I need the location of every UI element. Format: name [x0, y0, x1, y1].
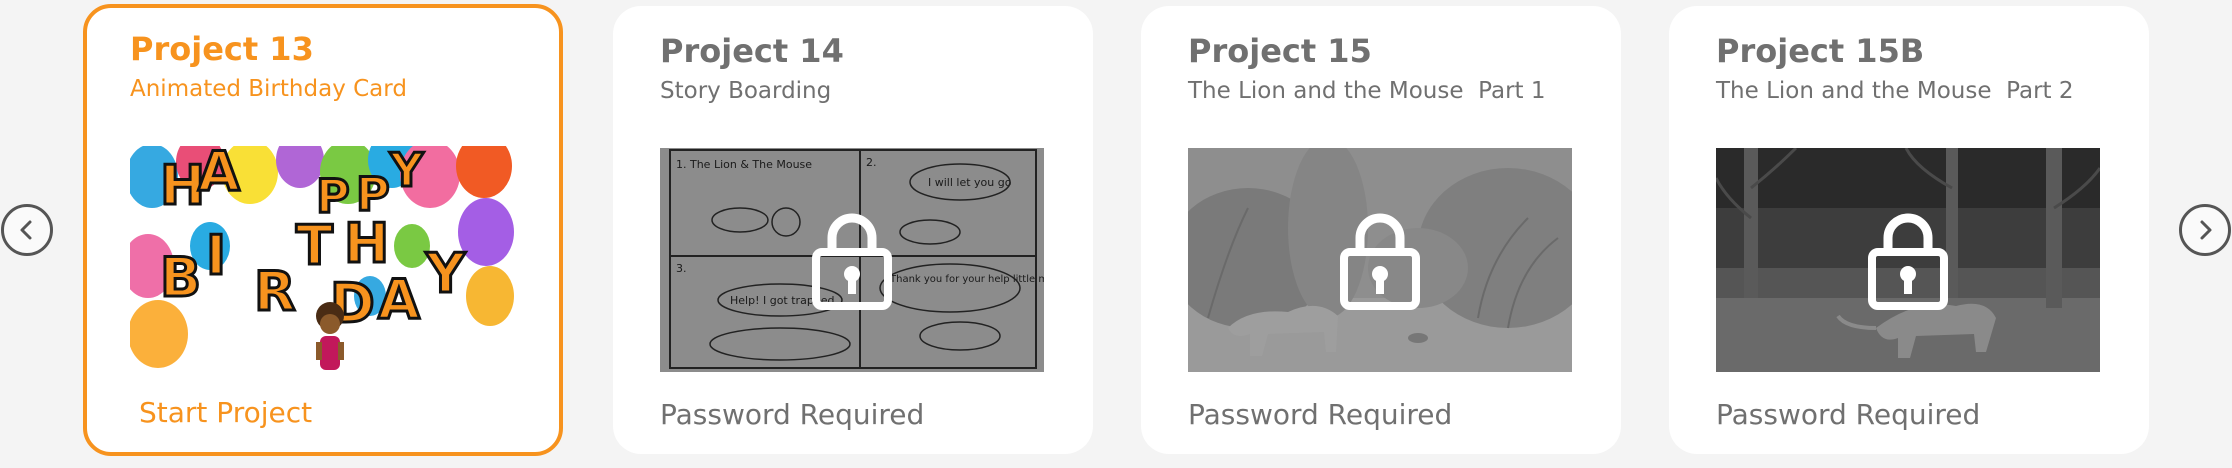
- project-card-13[interactable]: Project 13 Animated Birthday Card H A P …: [83, 4, 563, 456]
- project-carousel: Project 13 Animated Birthday Card H A P …: [0, 0, 2232, 468]
- svg-text:Y: Y: [425, 242, 466, 305]
- card-subtitle: Animated Birthday Card: [130, 76, 407, 102]
- carousel-next-button[interactable]: [2179, 204, 2231, 256]
- project-thumbnail[interactable]: 1. The Lion & The Mouse 2. I will let yo…: [660, 148, 1044, 372]
- chevron-right-icon: [2200, 220, 2212, 240]
- password-required-label: Password Required: [1716, 398, 1981, 431]
- card-subtitle: The Lion and the Mouse Part 1: [1188, 78, 1546, 104]
- card-subtitle: The Lion and the Mouse Part 2: [1716, 78, 2074, 104]
- lock-icon: [1340, 213, 1420, 310]
- svg-text:3.: 3.: [676, 262, 687, 275]
- svg-text:B: B: [160, 246, 201, 309]
- lock-icon: [812, 213, 892, 310]
- lock-icon: [1868, 213, 1948, 310]
- carousel-prev-button[interactable]: [1, 204, 53, 256]
- birthday-card-image: H A P P Y B I R T H D A Y: [130, 146, 514, 370]
- password-required-label: Password Required: [1188, 398, 1453, 431]
- card-title: Project 15: [1188, 32, 1372, 70]
- chevron-left-icon: [20, 220, 32, 240]
- password-required-label: Password Required: [660, 398, 925, 431]
- svg-text:I: I: [206, 224, 226, 287]
- svg-text:Y: Y: [389, 146, 424, 197]
- svg-text:T: T: [296, 214, 333, 277]
- project-thumbnail[interactable]: [1716, 148, 2100, 372]
- project-thumbnail[interactable]: H A P P Y B I R T H D A Y: [130, 146, 514, 370]
- svg-text:I will let you go: I will let you go: [928, 176, 1012, 189]
- card-title: Project 14: [660, 32, 844, 70]
- svg-text:1. The Lion & The Mouse: 1. The Lion & The Mouse: [676, 158, 812, 171]
- card-title: Project 15B: [1716, 32, 1925, 70]
- project-card-14[interactable]: Project 14 Story Boarding 1. The Lion & …: [613, 6, 1093, 454]
- svg-text:R: R: [254, 260, 296, 323]
- project-thumbnail[interactable]: [1188, 148, 1572, 372]
- project-card-15b[interactable]: Project 15B The Lion and the Mouse Part …: [1669, 6, 2149, 454]
- svg-text:H: H: [344, 212, 389, 275]
- card-subtitle: Story Boarding: [660, 78, 832, 104]
- svg-text:A: A: [378, 268, 420, 331]
- svg-text:Thank you for your help little: Thank you for your help little mouse: [889, 274, 1044, 285]
- svg-text:A: A: [198, 146, 240, 203]
- card-title: Project 13: [130, 30, 314, 68]
- start-project-link[interactable]: Start Project: [139, 396, 312, 429]
- project-card-15[interactable]: Project 15 The Lion and the Mouse Part 1: [1141, 6, 1621, 454]
- svg-text:2.: 2.: [866, 156, 877, 169]
